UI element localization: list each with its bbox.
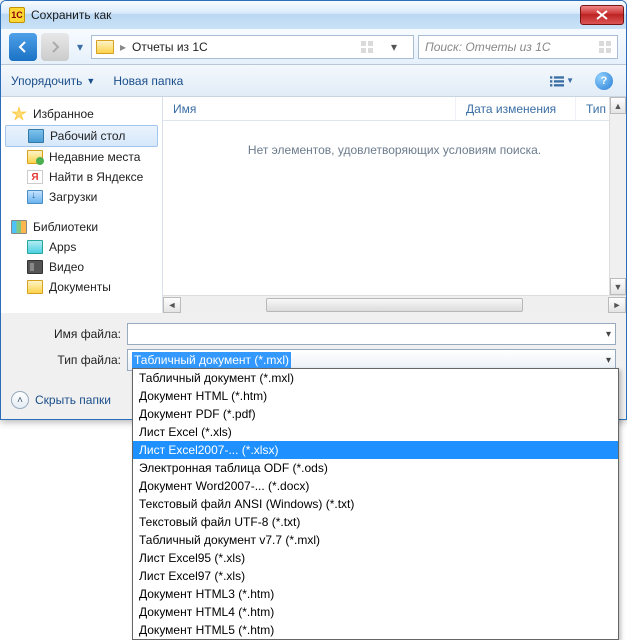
grid-icon [361,41,373,53]
chevron-down-icon[interactable]: ▾ [606,329,611,340]
file-list-area: Имя Дата изменения Тип Нет элементов, уд… [163,97,626,313]
view-mode-button[interactable]: ▼ [550,69,574,93]
filetype-option[interactable]: Документ HTML3 (*.htm) [133,585,618,603]
help-button[interactable]: ? [592,69,616,93]
chevron-down-icon[interactable]: ▾ [606,355,611,366]
filetype-dropdown-list[interactable]: Табличный документ (*.mxl)Документ HTML … [132,368,619,640]
body: Избранное Рабочий стол Недавние места Я … [1,97,626,313]
desktop-icon [28,129,44,143]
filetype-option[interactable]: Лист Excel95 (*.xls) [133,549,618,567]
apps-icon [27,240,43,254]
toolbar: Упорядочить ▼ Новая папка ▼ ? [1,65,626,97]
horizontal-scrollbar[interactable]: ◄ ► [163,295,626,313]
filetype-option[interactable]: Лист Excel97 (*.xls) [133,567,618,585]
titlebar[interactable]: 1C Сохранить как [1,1,626,29]
sidebar: Избранное Рабочий стол Недавние места Я … [1,97,163,313]
sidebar-item-apps[interactable]: Apps [1,237,162,257]
address-bar[interactable]: ▸ Отчеты из 1С ▾ [91,35,414,59]
star-icon [11,106,27,122]
breadcrumb[interactable]: Отчеты из 1С [132,40,208,54]
sidebar-item-documents[interactable]: Документы [1,277,162,297]
sidebar-group-favorites[interactable]: Избранное [1,103,162,125]
address-chevron-icon[interactable]: ▾ [391,40,397,54]
scroll-up-icon[interactable]: ▲ [610,97,626,114]
sidebar-item-recent[interactable]: Недавние места [1,147,162,167]
chevron-right-icon: ▸ [120,40,126,54]
video-icon [27,260,43,274]
close-button[interactable] [580,5,624,25]
filetype-option[interactable]: Документ HTML (*.htm) [133,387,618,405]
filetype-option[interactable]: Электронная таблица ODF (*.ods) [133,459,618,477]
filetype-option[interactable]: Лист Excel2007-... (*.xlsx) [133,441,618,459]
back-button[interactable] [9,33,37,61]
filetype-option[interactable]: Табличный документ (*.mxl) [133,369,618,387]
scroll-left-icon[interactable]: ◄ [163,297,181,313]
app-icon: 1C [9,7,25,23]
filetype-option[interactable]: Документ HTML5 (*.htm) [133,621,618,639]
filetype-option[interactable]: Лист Excel (*.xls) [133,423,618,441]
filetype-option[interactable]: Текстовый файл ANSI (Windows) (*.txt) [133,495,618,513]
filetype-option[interactable]: Текстовый файл UTF-8 (*.txt) [133,513,618,531]
grid-icon [599,41,611,53]
vertical-scrollbar[interactable]: ▲ ▼ [609,97,626,295]
sidebar-item-downloads[interactable]: Загрузки [1,187,162,207]
filetype-option[interactable]: Документ PDF (*.pdf) [133,405,618,423]
recent-icon [27,150,43,164]
column-date[interactable]: Дата изменения [456,97,576,120]
filetype-option[interactable]: Табличный документ v7.7 (*.mxl) [133,531,618,549]
sidebar-item-desktop[interactable]: Рабочий стол [5,125,158,147]
forward-button[interactable] [41,33,69,61]
collapse-icon: ˄ [11,391,29,409]
yandex-icon: Я [27,170,43,184]
chevron-down-icon: ▼ [86,76,95,86]
column-headers: Имя Дата изменения Тип [163,97,626,121]
window-title: Сохранить как [31,8,580,22]
search-input[interactable]: Поиск: Отчеты из 1С [418,35,618,59]
nav-bar: ▾ ▸ Отчеты из 1С ▾ Поиск: Отчеты из 1С [1,29,626,65]
column-name[interactable]: Имя [163,97,456,120]
folder-icon [96,40,114,54]
scroll-right-icon[interactable]: ► [608,297,626,313]
filetype-option[interactable]: Документ Word2007-... (*.docx) [133,477,618,495]
sidebar-item-yandex[interactable]: Я Найти в Яндексе [1,167,162,187]
filename-input[interactable]: ▾ [127,323,616,345]
downloads-icon [27,190,43,204]
organize-button[interactable]: Упорядочить ▼ [11,74,95,88]
sidebar-group-libraries[interactable]: Библиотеки [1,217,162,237]
documents-icon [27,280,43,294]
filetype-label: Тип файла: [11,353,121,367]
scroll-thumb[interactable] [266,298,522,312]
empty-message: Нет элементов, удовлетворяющих условиям … [163,121,626,295]
sidebar-item-video[interactable]: Видео [1,257,162,277]
filename-label: Имя файла: [11,327,121,341]
save-as-dialog: 1C Сохранить как ▾ ▸ Отчеты из 1С ▾ Поис… [0,0,627,420]
search-placeholder: Поиск: Отчеты из 1С [425,40,551,54]
filetype-option[interactable]: Документ HTML4 (*.htm) [133,603,618,621]
history-dropdown[interactable]: ▾ [73,35,87,59]
scroll-down-icon[interactable]: ▼ [610,278,626,295]
new-folder-button[interactable]: Новая папка [113,74,183,88]
libraries-icon [11,220,27,234]
hide-folders-button[interactable]: ˄ Скрыть папки [11,391,111,409]
